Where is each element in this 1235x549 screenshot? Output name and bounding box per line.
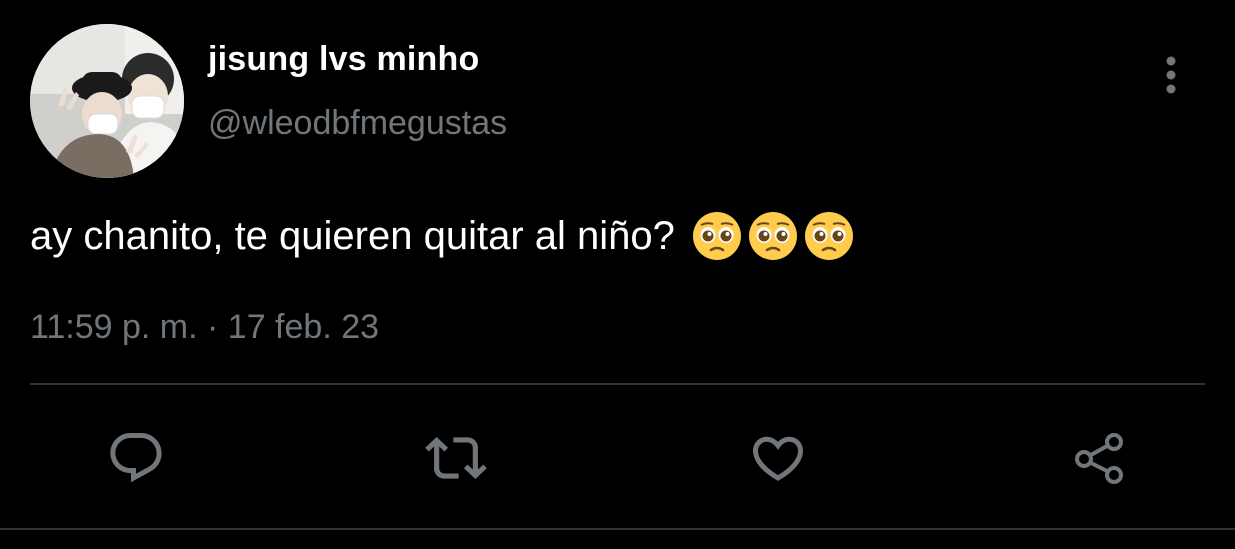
pleading-face-emoji-icon	[692, 212, 741, 260]
share-button[interactable]	[1068, 426, 1132, 490]
reply-button[interactable]	[104, 426, 168, 490]
retweet-button[interactable]	[424, 426, 488, 490]
tweet-timestamp[interactable]: 11:59 p. m. · 17 feb. 23	[30, 308, 379, 347]
more-options-button[interactable]	[1150, 52, 1192, 98]
display-name[interactable]: jisung lvs minho	[208, 40, 479, 79]
tweet-body: ay chanito, te quieren quitar al niño?	[30, 210, 855, 262]
like-icon	[752, 436, 804, 481]
tweet-text: ay chanito, te quieren quitar al niño?	[30, 213, 675, 258]
share-icon	[1075, 433, 1123, 484]
emoji-group	[691, 210, 855, 262]
like-button[interactable]	[746, 426, 810, 490]
avatar[interactable]	[30, 24, 184, 178]
reply-icon	[110, 433, 162, 483]
pleading-face-emoji-icon	[748, 212, 797, 260]
avatar-photo	[30, 24, 184, 178]
bottom-divider	[0, 528, 1235, 530]
pleading-face-emoji-icon	[804, 212, 853, 260]
more-vertical-icon	[1166, 56, 1176, 94]
retweet-icon	[425, 437, 487, 479]
user-handle[interactable]: @wleodbfmegustas	[208, 104, 507, 143]
divider	[30, 383, 1205, 385]
